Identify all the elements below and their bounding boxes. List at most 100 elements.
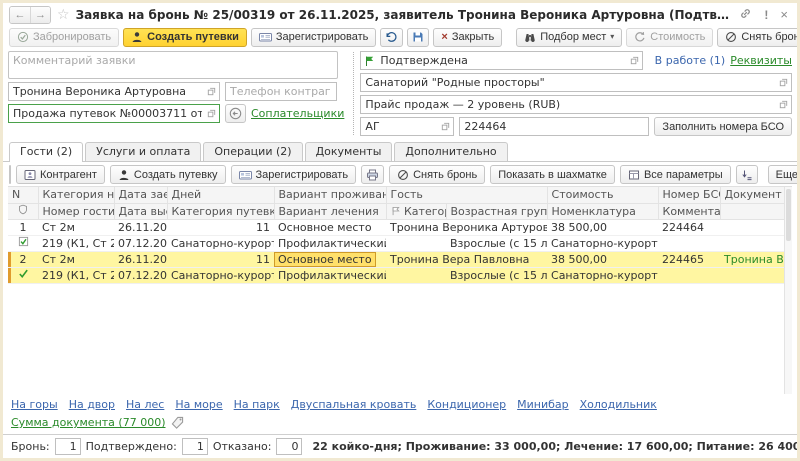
status-input[interactable]: [376, 54, 629, 67]
col-treatment[interactable]: Вариант лечения: [274, 203, 386, 219]
copayers-link[interactable]: Соплательщики: [251, 107, 344, 120]
all-parameters-button[interactable]: Все параметры: [620, 165, 731, 184]
close-window-icon[interactable]: ×: [777, 8, 791, 22]
col-n[interactable]: N: [8, 187, 38, 203]
counterparty-button[interactable]: Контрагент: [16, 165, 105, 184]
table-row[interactable]: 219 (К1, Ст 2м) 07.12.2025 Санаторно-кур…: [8, 235, 784, 251]
col-room-category[interactable]: Категория номера: [38, 187, 114, 203]
important-icon[interactable]: !: [761, 8, 771, 22]
seat-selection-button[interactable]: Подбор мест ▾: [516, 28, 622, 47]
shield-icon: [18, 204, 28, 215]
feature-link[interactable]: На парк: [234, 398, 280, 411]
document-link[interactable]: Тронина Вера …: [724, 253, 784, 266]
save-button[interactable]: [407, 28, 429, 47]
undo-button[interactable]: [380, 28, 403, 47]
col-shield[interactable]: [8, 203, 38, 219]
table-more-button[interactable]: Еще ▾: [768, 165, 800, 184]
bso-number-input[interactable]: [460, 120, 646, 133]
col-date-out[interactable]: Дата выезда: [114, 203, 167, 219]
tab-documents[interactable]: Документы: [305, 142, 393, 161]
order-field[interactable]: [8, 104, 220, 123]
col-comment[interactable]: Комментарий: [658, 203, 720, 219]
close-button[interactable]: × Закрыть: [433, 28, 502, 47]
form-splitter[interactable]: [353, 52, 354, 135]
create-vouchers-button[interactable]: Создать путевки: [123, 28, 247, 47]
order-input[interactable]: [9, 107, 206, 120]
register-button[interactable]: Зарегистрировать: [251, 28, 377, 47]
pricelist-field[interactable]: [360, 95, 792, 114]
create-voucher-button[interactable]: Создать путевку: [110, 165, 226, 184]
cost-button[interactable]: Стоимость: [626, 28, 713, 47]
forward-arrow-icon[interactable]: →: [30, 7, 50, 23]
col-bso[interactable]: Номер БСО: [658, 187, 720, 203]
col-document[interactable]: Документ: [720, 187, 784, 203]
col-guest[interactable]: Гость: [386, 187, 547, 203]
applicant-field[interactable]: [8, 82, 220, 101]
feature-link[interactable]: Холодильник: [580, 398, 657, 411]
col-cost[interactable]: Стоимость: [547, 187, 658, 203]
choose-icon[interactable]: [778, 99, 789, 110]
feature-link[interactable]: Двуспальная кровать: [291, 398, 417, 411]
pricelist-input[interactable]: [361, 98, 778, 111]
choose-icon[interactable]: [778, 77, 789, 88]
hotel-input[interactable]: [361, 76, 778, 89]
output-list-button[interactable]: [736, 165, 758, 184]
requisites-link[interactable]: Реквизиты: [730, 54, 792, 67]
choose-icon[interactable]: [206, 108, 217, 119]
back-arrow-icon[interactable]: ←: [10, 7, 30, 23]
confirmed-count-input[interactable]: [182, 438, 208, 455]
bso-series-field[interactable]: [360, 117, 454, 136]
tab-guests[interactable]: Гости (2): [9, 142, 83, 162]
col-nomenclature[interactable]: Номенклатура: [547, 203, 658, 219]
table-row-selected[interactable]: 219 (К1, Ст 2м) 07.12.2025 Санаторно-кур…: [8, 267, 784, 283]
col-days[interactable]: Дней: [167, 187, 274, 203]
feature-link[interactable]: Кондиционер: [427, 398, 506, 411]
cancel-bookings-button[interactable]: Снять брони: [717, 28, 800, 47]
tab-operations[interactable]: Операции (2): [203, 142, 302, 161]
add-row-button[interactable]: [10, 166, 11, 183]
bso-number-field[interactable]: [459, 117, 649, 136]
favorite-star-icon[interactable]: ☆: [57, 8, 70, 22]
document-sum-link[interactable]: Сумма документа (77 000): [11, 416, 166, 429]
focused-cell[interactable]: Основное место: [274, 252, 376, 267]
in-work-link[interactable]: В работе (1): [655, 54, 726, 67]
applicant-input[interactable]: [9, 85, 206, 98]
vertical-scrollbar[interactable]: [784, 187, 792, 394]
bso-series-input[interactable]: [361, 120, 440, 133]
table-row[interactable]: 1 Ст 2м 26.11.2025 11 Основное место Тро…: [8, 219, 784, 235]
cancel-booking-row-button[interactable]: Снять бронь: [389, 165, 485, 184]
table-row-selected[interactable]: 2 Ст 2м 26.11.2025 11 Основное место Тро…: [8, 251, 784, 267]
register-row-button[interactable]: Зарегистрировать: [231, 165, 357, 184]
status-field[interactable]: [360, 51, 643, 70]
feature-link[interactable]: На море: [175, 398, 222, 411]
print-button[interactable]: [361, 165, 384, 184]
feature-link[interactable]: На лес: [126, 398, 164, 411]
feature-link[interactable]: Минибар: [517, 398, 569, 411]
show-chessboard-button[interactable]: Показать в шахматке: [490, 165, 615, 184]
choose-icon[interactable]: [206, 86, 217, 97]
book-button[interactable]: Забронировать: [9, 28, 119, 47]
col-voucher-category[interactable]: Категория путевки: [167, 203, 274, 219]
tab-services-payment[interactable]: Услуги и оплата: [85, 142, 201, 161]
booking-count-input[interactable]: [55, 438, 81, 455]
col-stay-variant[interactable]: Вариант проживания: [274, 187, 386, 203]
open-order-button[interactable]: [225, 104, 246, 123]
choose-icon[interactable]: [440, 121, 451, 132]
phone-input[interactable]: [226, 85, 334, 98]
choose-icon[interactable]: [629, 55, 640, 66]
phone-field[interactable]: [225, 82, 337, 101]
col-room[interactable]: Номер гостиницы: [38, 203, 114, 219]
col-guest-category[interactable]: Категория гостя: [386, 203, 446, 219]
fill-bso-button[interactable]: Заполнить номера БСО: [654, 117, 792, 136]
tab-additional[interactable]: Дополнительно: [394, 142, 507, 161]
declined-count-input[interactable]: [276, 438, 302, 455]
feature-link[interactable]: На двор: [69, 398, 115, 411]
feature-link[interactable]: На горы: [11, 398, 58, 411]
chevron-down-icon: ▾: [610, 33, 614, 41]
scrollbar-thumb[interactable]: [786, 189, 791, 241]
hotel-field[interactable]: [360, 73, 792, 92]
col-age-group[interactable]: Возрастная группа: [446, 203, 547, 219]
get-link-icon[interactable]: [736, 7, 755, 23]
request-comment-input[interactable]: [8, 51, 338, 79]
col-date-in[interactable]: Дата заезда: [114, 187, 167, 203]
